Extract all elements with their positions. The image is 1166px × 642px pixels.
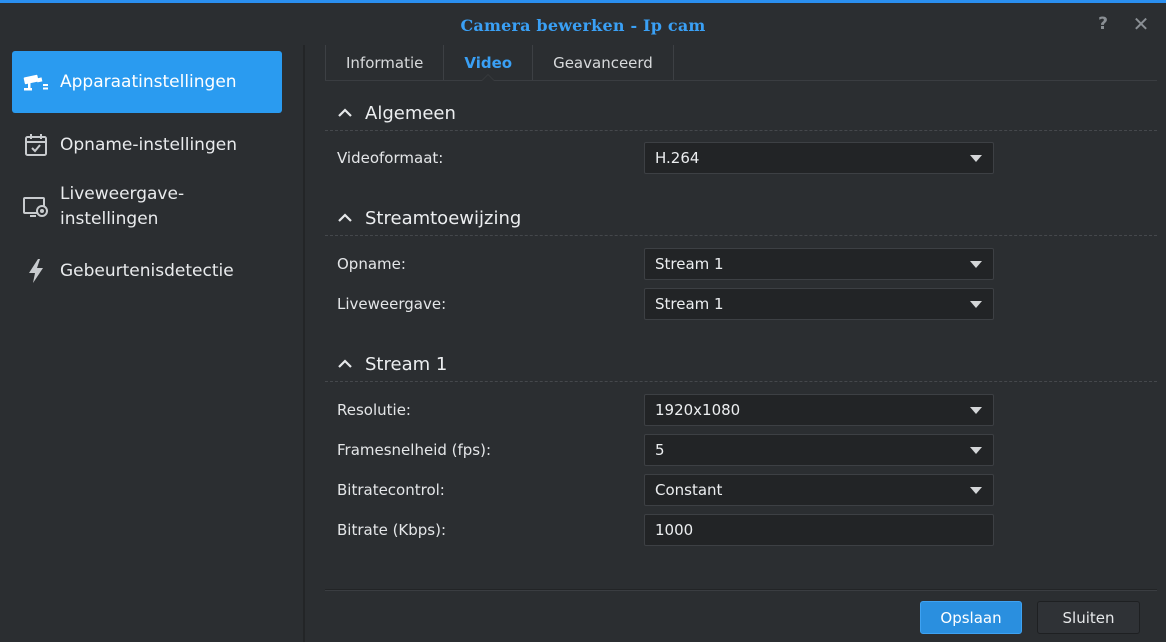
window-title: Camera bewerken - Ip cam <box>460 16 706 35</box>
main-panel: Informatie Video Geavanceerd Algemeen Vi… <box>325 45 1157 642</box>
sidebar-item-label: Opname-instellingen <box>60 134 237 155</box>
select-value: H.264 <box>655 149 700 167</box>
live-view-icon <box>22 193 50 221</box>
section-title: Streamtoewijzing <box>365 207 522 229</box>
field-label: Resolutie: <box>337 401 411 419</box>
select-value: Constant <box>655 481 723 499</box>
sidebar: Apparaatinstellingen Opname-instellingen… <box>0 45 303 642</box>
section-title: Stream 1 <box>365 353 448 375</box>
section-algemeen-header[interactable]: Algemeen <box>325 96 1157 131</box>
liveweergave-select[interactable]: Stream 1 <box>644 288 994 320</box>
field-label: Videoformaat: <box>337 149 444 167</box>
lightning-icon <box>22 257 50 285</box>
chevron-up-icon <box>338 359 352 368</box>
sidebar-item-label: Apparaatinstellingen <box>60 71 237 92</box>
row-bitratecontrol: Bitratecontrol: Constant <box>337 473 997 507</box>
field-label: Bitratecontrol: <box>337 481 445 499</box>
sidebar-item-label: Liveweergave- instellingen <box>60 184 185 229</box>
dropdown-arrow-icon <box>970 407 982 414</box>
close-icon[interactable]: ✕ <box>1130 13 1152 35</box>
bitratecontrol-select[interactable]: Constant <box>644 474 994 506</box>
select-value: 1920x1080 <box>655 401 741 419</box>
chevron-up-icon <box>338 213 352 222</box>
field-label: Liveweergave: <box>337 295 447 313</box>
calendar-icon <box>22 131 50 159</box>
help-icon[interactable]: ? <box>1092 13 1114 35</box>
sidebar-item-gebeurtenisdetectie[interactable]: Gebeurtenisdetectie <box>12 255 282 287</box>
tab-geavanceerd[interactable]: Geavanceerd <box>533 45 674 80</box>
sidebar-item-apparaatinstellingen[interactable]: Apparaatinstellingen <box>12 51 282 113</box>
row-resolutie: Resolutie: 1920x1080 <box>337 393 997 427</box>
tab-informatie[interactable]: Informatie <box>325 45 445 80</box>
field-label: Bitrate (Kbps): <box>337 521 447 539</box>
sidebar-divider <box>303 45 305 642</box>
row-framesnelheid: Framesnelheid (fps): 5 <box>337 433 997 467</box>
sidebar-item-label: Gebeurtenisdetectie <box>60 260 234 281</box>
footer-divider <box>325 589 1157 591</box>
dropdown-arrow-icon <box>970 447 982 454</box>
row-bitrate: Bitrate (Kbps): <box>337 513 997 547</box>
dropdown-arrow-icon <box>970 301 982 308</box>
dropdown-arrow-icon <box>970 155 982 162</box>
row-opname: Opname: Stream 1 <box>337 247 997 281</box>
framesnelheid-select[interactable]: 5 <box>644 434 994 466</box>
section-stream1-header[interactable]: Stream 1 <box>325 347 1157 382</box>
row-videoformaat: Videoformaat: H.264 <box>337 141 997 175</box>
chevron-up-icon <box>338 108 352 117</box>
sidebar-item-liveweergave-instellingen[interactable]: Liveweergave- instellingen <box>12 179 282 235</box>
dropdown-arrow-icon <box>970 261 982 268</box>
sidebar-item-opname-instellingen[interactable]: Opname-instellingen <box>12 129 282 161</box>
field-label: Opname: <box>337 255 406 273</box>
tab-bar: Informatie Video Geavanceerd <box>325 45 1157 81</box>
section-streamtoewijzing-header[interactable]: Streamtoewijzing <box>325 201 1157 236</box>
opname-select[interactable]: Stream 1 <box>644 248 994 280</box>
camera-icon <box>22 68 50 96</box>
tab-video[interactable]: Video <box>444 45 534 81</box>
videoformaat-select[interactable]: H.264 <box>644 142 994 174</box>
section-title: Algemeen <box>365 102 456 124</box>
select-value: Stream 1 <box>655 295 724 313</box>
bitrate-input[interactable] <box>644 514 994 546</box>
row-liveweergave: Liveweergave: Stream 1 <box>337 287 997 321</box>
resolutie-select[interactable]: 1920x1080 <box>644 394 994 426</box>
dropdown-arrow-icon <box>970 487 982 494</box>
close-button[interactable]: Sluiten <box>1037 601 1140 634</box>
select-value: 5 <box>655 441 665 459</box>
select-value: Stream 1 <box>655 255 724 273</box>
title-bar: Camera bewerken - Ip cam ? ✕ <box>0 3 1166 45</box>
save-button[interactable]: Opslaan <box>920 601 1022 634</box>
field-label: Framesnelheid (fps): <box>337 441 492 459</box>
